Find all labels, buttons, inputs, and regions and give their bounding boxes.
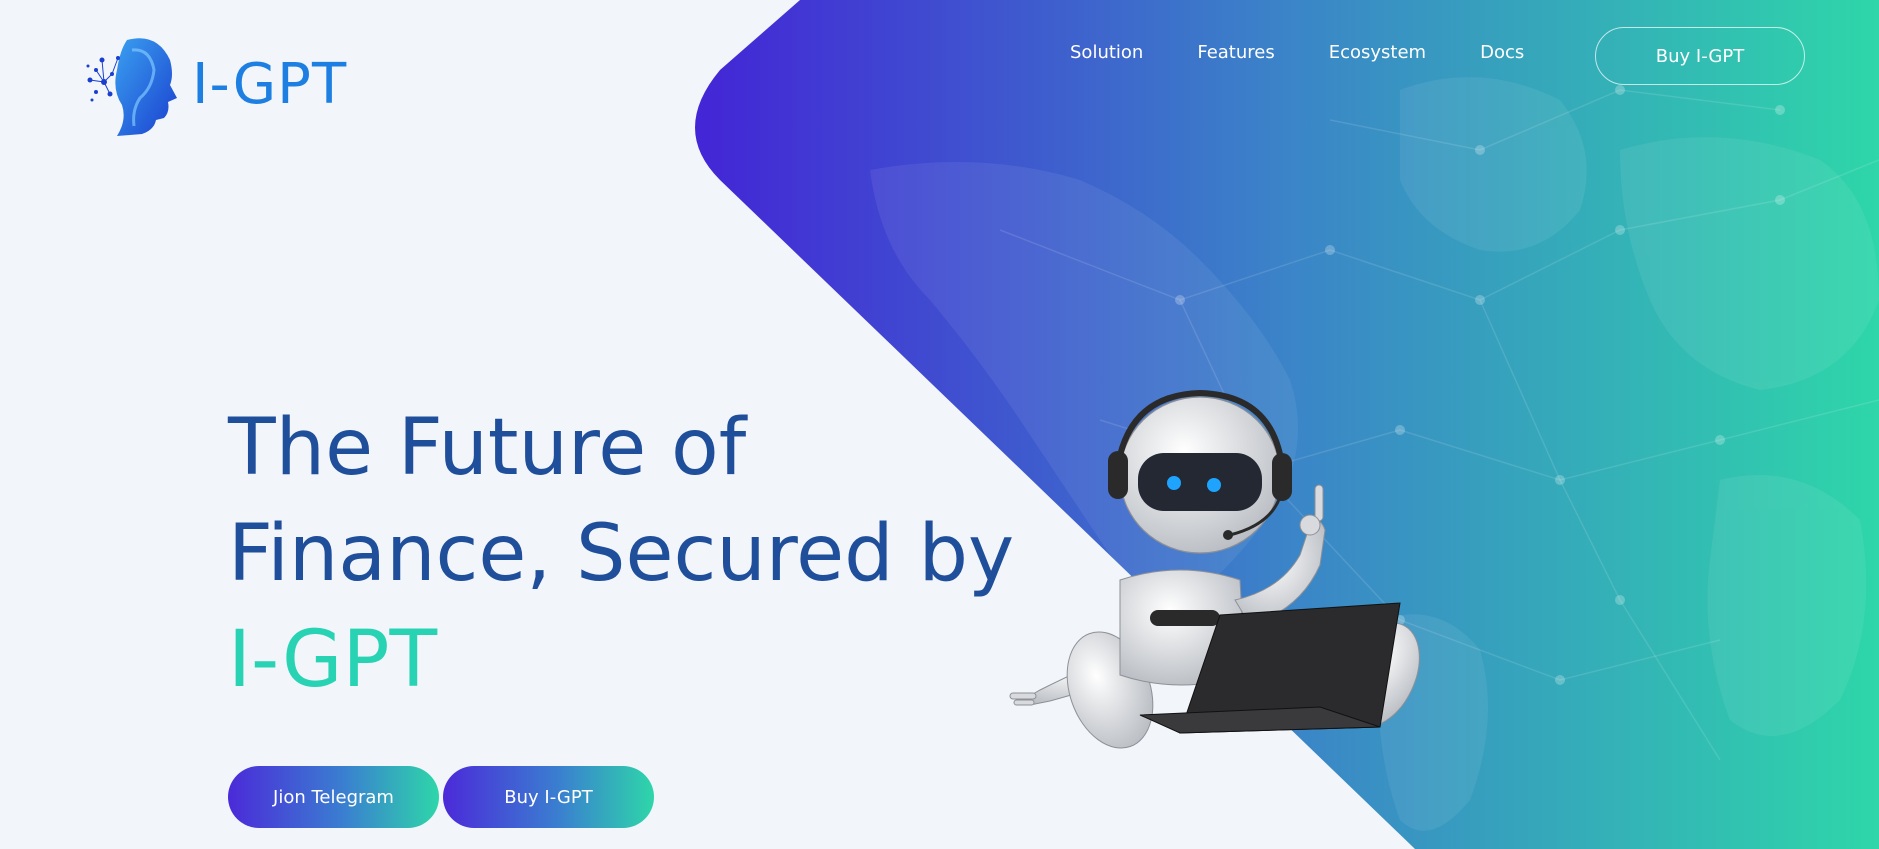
- cta-row: Jion Telegram Buy I-GPT: [228, 766, 654, 828]
- nav-docs[interactable]: Docs: [1480, 42, 1524, 63]
- site-header: I-GPT Solution Features Ecosystem Docs B…: [0, 0, 1879, 140]
- brand-logo[interactable]: I-GPT: [82, 30, 347, 140]
- headline-line-2: Finance, Secured by: [228, 509, 1015, 599]
- nav-solution[interactable]: Solution: [1070, 42, 1143, 63]
- headline-line-3: I-GPT: [228, 615, 438, 705]
- headline-line-1: The Future of: [228, 403, 747, 493]
- main-nav: Solution Features Ecosystem Docs: [1070, 42, 1578, 63]
- join-telegram-button[interactable]: Jion Telegram: [228, 766, 439, 828]
- nav-features[interactable]: Features: [1197, 42, 1274, 63]
- ai-head-icon: [86, 38, 177, 136]
- buy-igpt-button[interactable]: Buy I-GPT: [443, 766, 654, 828]
- hero-headline: The Future of Finance, Secured by I-GPT: [228, 395, 1014, 713]
- header-buy-button[interactable]: Buy I-GPT: [1595, 27, 1805, 85]
- brand-name: I-GPT: [192, 52, 348, 117]
- nav-ecosystem[interactable]: Ecosystem: [1329, 42, 1426, 63]
- robot-with-laptop-icon: [1009, 389, 1420, 749]
